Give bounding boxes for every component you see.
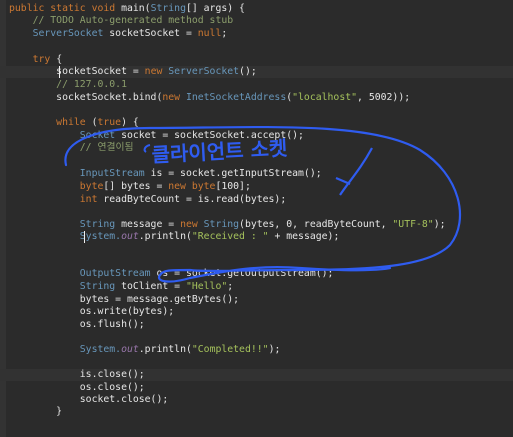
code-token: Socket [9,130,116,141]
code-editor[interactable]: public static void main(String[] args) {… [0,0,513,437]
code-token: OutputStream [9,268,151,279]
code-token: new [162,92,186,103]
code-line[interactable]: os.flush(); [9,319,145,331]
code-line[interactable]: System.out.println("Completed!!"); [9,344,281,356]
code-line[interactable]: } [9,406,62,418]
code-token: "UTF-8" [392,219,434,230]
code-token: out [121,344,139,355]
code-token: ServerSocket [168,66,240,77]
code-token: String [9,219,116,230]
code-line[interactable]: while (true) { [9,117,139,129]
code-token: + message); [268,231,340,242]
code-token: // 127.0.0.1 [9,79,127,90]
code-token: is = socket.getInputStream(); [144,168,322,179]
code-token: bytes = message.getBytes(); [9,294,240,305]
annotation-stroke-b [339,147,373,196]
code-token: .println( [138,344,192,355]
code-token: byte [9,181,104,192]
code-token: // 연결이됨 [9,142,134,153]
code-token: socketSocket = [103,28,198,39]
code-token: readByteCount = is.read(bytes); [97,194,287,205]
code-token: System. [9,231,122,242]
code-token: new [180,219,204,230]
annotation-stroke-c [335,176,351,186]
text-cursor-2 [84,231,85,243]
code-token: true [97,117,122,128]
code-token: (); [239,66,257,77]
code-token: String [203,219,240,230]
code-line[interactable]: os.close(); [9,382,145,394]
code-token: null [197,28,222,39]
code-token: os = socket.getOutputStream(); [150,268,334,279]
code-line[interactable]: socket.close(); [9,394,169,406]
code-token: socketSocket.bind( [9,92,163,103]
code-token: "Received : " [191,231,269,242]
code-token: byte [191,181,216,192]
code-token: // TODO Auto-generated method stub [9,15,234,26]
code-token: String [9,281,116,292]
code-token: new [144,66,169,77]
code-line[interactable]: public static void main(String[] args) { [9,3,245,15]
code-token: public static void [9,3,122,14]
code-token: os.close(); [9,382,145,393]
code-line[interactable]: socketSocket.bind(new InetSocketAddress(… [9,92,410,104]
code-token: ; [227,281,234,292]
code-line[interactable]: String message = new String(bytes, 0, re… [9,219,446,231]
code-token: ); [268,344,281,355]
code-token: socket.close(); [9,394,169,405]
code-line[interactable]: byte[] bytes = new byte[100]; [9,181,251,193]
code-line[interactable]: socketSocket = new ServerSocket(); [9,66,257,78]
code-line[interactable]: bytes = message.getBytes(); [9,294,239,306]
code-line[interactable]: int readByteCount = is.read(bytes); [9,194,286,206]
code-line[interactable]: String toClient = "Hello"; [9,281,233,293]
code-token: message = [115,219,181,230]
code-line[interactable]: InputStream is = socket.getInputStream()… [9,168,322,180]
code-token: ; [221,28,228,39]
code-token: .println( [138,231,192,242]
code-line[interactable]: // 연결이됨 [9,142,134,154]
code-line[interactable]: Socket socket = socketSocket.accept(); [9,130,304,142]
code-token: , 5002)); [357,92,411,103]
code-line[interactable]: is.close(); [9,369,145,381]
code-token: new [168,181,192,192]
code-token: "Hello" [185,281,228,292]
code-token: "localhost" [292,92,358,103]
annotation-stroke-a [143,144,151,153]
code-token: ServerSocket [9,28,104,39]
code-line[interactable]: // 127.0.0.1 [9,79,127,91]
code-token: toClient = [115,281,186,292]
code-token: "Completed!!" [191,344,269,355]
code-token: InetSocketAddress [185,92,287,103]
text-cursor [59,66,60,78]
code-line[interactable]: // TODO Auto-generated method stub [9,15,234,27]
code-token: socket = socketSocket.accept(); [115,130,304,141]
code-token: [] bytes = [103,181,169,192]
code-token: { [50,54,63,65]
code-token: os.write(bytes); [9,306,175,317]
code-token: InputStream [9,168,145,179]
code-token: ); [433,219,446,230]
code-token: System. [9,344,122,355]
code-line[interactable]: try { [9,54,63,66]
code-token: os.flush(); [9,319,145,330]
code-token: [] args) { [185,3,245,14]
code-token: out [121,231,139,242]
code-token: ) { [121,117,139,128]
code-token: main( [121,3,151,14]
code-token: ( [85,117,98,128]
code-token: is.close(); [9,369,145,380]
code-token: [100]; [215,181,251,192]
code-line[interactable]: OutputStream os = socket.getOutputStream… [9,268,334,280]
code-line[interactable]: ServerSocket socketSocket = null; [9,28,228,40]
code-token: while [9,117,86,128]
code-line[interactable]: os.write(bytes); [9,306,174,318]
code-token: try [9,54,51,65]
code-token: socketSocket = [9,66,145,77]
code-token: (bytes, 0, readByteCount, [239,219,393,230]
code-token: int [9,194,98,205]
code-token: } [9,406,63,417]
code-token: String [150,3,186,14]
code-line[interactable]: System.out.println("Received : " + messa… [9,231,340,243]
